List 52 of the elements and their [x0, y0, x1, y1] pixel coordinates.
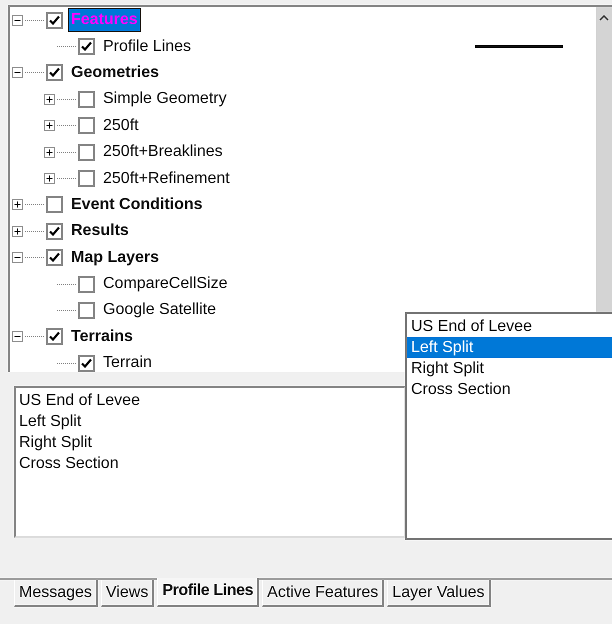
tree-item[interactable]: Google Satellite — [101, 299, 218, 322]
tree-item[interactable]: Event Conditions — [69, 194, 205, 216]
checkbox[interactable] — [46, 12, 63, 29]
tab[interactable]: Profile Lines — [157, 578, 260, 607]
list-item[interactable]: Cross Section — [19, 453, 401, 474]
expand-icon[interactable] — [44, 120, 55, 132]
checkbox[interactable] — [78, 276, 95, 293]
tree-item[interactable]: 250ft — [101, 114, 141, 137]
list-item[interactable]: US End of Levee — [19, 390, 401, 411]
checkbox[interactable] — [46, 64, 63, 82]
checkbox[interactable] — [78, 302, 95, 319]
checkbox[interactable] — [78, 170, 95, 188]
dropdown-option[interactable]: Right Split — [407, 358, 612, 379]
tab[interactable]: Messages — [14, 580, 98, 607]
tree-item[interactable]: Geometries — [69, 62, 162, 84]
expand-icon[interactable] — [12, 199, 23, 210]
list-item[interactable]: Right Split — [19, 432, 401, 453]
tab[interactable]: Layer Values — [387, 580, 490, 607]
tab[interactable]: Views — [100, 580, 154, 607]
collapse-icon[interactable] — [12, 14, 23, 26]
expand-icon[interactable] — [44, 94, 55, 105]
dropdown-option[interactable]: Left Split — [407, 337, 612, 358]
expand-icon[interactable] — [44, 146, 55, 158]
tree-item[interactable]: 250ft+Refinement — [101, 168, 232, 190]
tree-item[interactable]: Terrain — [101, 352, 154, 372]
tree-item[interactable]: Terrains — [69, 326, 135, 348]
tree-item[interactable]: Map Layers — [69, 246, 162, 269]
checkbox[interactable] — [78, 38, 95, 56]
list-box[interactable]: US End of Levee Left Split Right Split Cross Section — [14, 386, 406, 538]
checkbox[interactable] — [46, 196, 63, 214]
scroll-up-icon[interactable] — [599, 15, 609, 21]
list-item[interactable]: Left Split — [19, 411, 401, 432]
checkbox[interactable] — [46, 328, 63, 346]
checkbox[interactable] — [78, 144, 95, 161]
dropdown-option[interactable]: US End of Levee — [407, 316, 612, 337]
tree-item[interactable]: Simple Geometry — [101, 88, 229, 110]
expand-icon[interactable] — [12, 226, 23, 237]
checkbox[interactable] — [78, 90, 95, 108]
collapse-icon[interactable] — [12, 252, 23, 264]
tree-item[interactable]: Results — [69, 220, 131, 242]
expand-icon[interactable] — [44, 173, 55, 184]
checkbox[interactable] — [78, 354, 95, 372]
checkbox[interactable] — [46, 222, 63, 240]
collapse-icon[interactable] — [12, 331, 23, 342]
tab[interactable]: Active Features — [262, 580, 384, 607]
tree-item[interactable]: Profile Lines — [101, 36, 194, 58]
checkbox[interactable] — [46, 249, 63, 266]
dropdown-option[interactable]: Cross Section — [407, 379, 612, 400]
collapse-icon[interactable] — [12, 67, 23, 78]
checkbox[interactable] — [78, 117, 95, 134]
tree-item[interactable]: 250ft+Breaklines — [101, 141, 225, 164]
tree-item[interactable]: CompareCellSize — [101, 273, 230, 296]
